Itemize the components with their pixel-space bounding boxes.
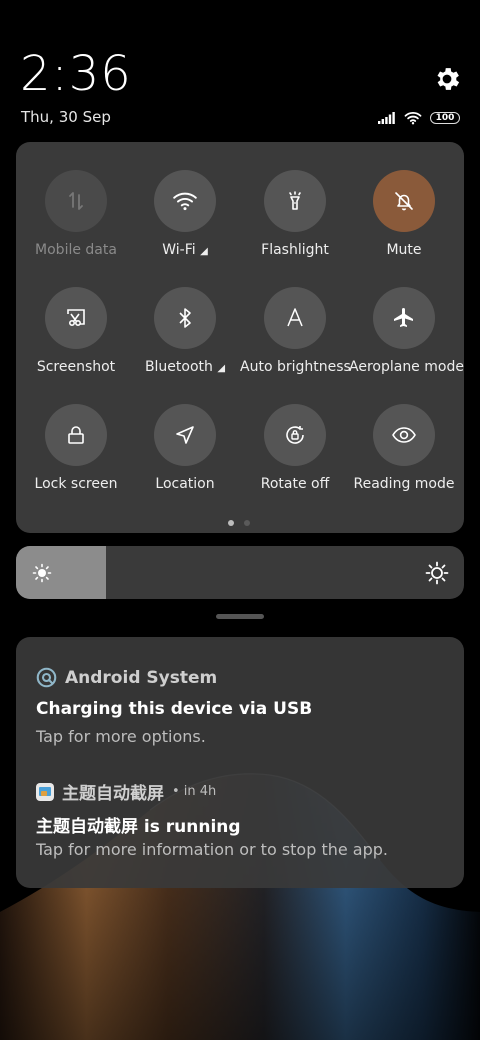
notification-app-header[interactable]: 主题自动截屏 • in 4h [36,779,216,804]
tile-label: Reading mode [353,476,455,492]
tile-label: Flashlight [261,242,329,258]
wifi-icon [404,111,422,125]
tile-label: Aeroplane mode [349,359,464,375]
panel-drag-handle[interactable] [216,614,264,619]
tile-location[interactable]: Location [130,404,240,492]
signal-icon [378,112,395,124]
airplane-icon [373,287,435,349]
lock-icon [45,404,107,466]
brightness-low-icon [32,563,52,583]
tile-mobile-data[interactable]: Mobile data [21,170,131,258]
tile-label: Location [155,476,215,492]
tile-aeroplane-mode[interactable]: Aeroplane mode [349,287,464,375]
notification-app-name: 主题自动截屏 [62,784,164,804]
brightness-slider[interactable] [16,546,464,599]
bell-off-icon [373,170,435,232]
tile-label: Mute [386,242,422,258]
tile-screenshot[interactable]: Screenshot [21,287,131,375]
tile-label: Wi-Fi [162,242,196,258]
rotate-lock-icon [264,404,326,466]
status-bar: 100 [378,108,460,128]
battery-icon: 100 [430,112,460,124]
notification-body[interactable]: Tap for more information or to stop the … [36,840,388,859]
tile-label: Lock screen [34,476,118,492]
notification-app-name: Android System [65,667,218,688]
tile-mute[interactable]: Mute [349,170,459,258]
tile-label: Bluetooth [144,359,213,375]
notification-body[interactable]: Tap for more options. [36,727,206,746]
expand-arrow-icon: ◢ [217,363,226,374]
tile-wifi[interactable]: Wi-Fi ◢ [130,170,240,258]
auto-brightness-icon [264,287,326,349]
brightness-high-icon [425,561,449,585]
tile-label: Auto brightness [240,359,351,375]
bluetooth-icon [154,287,216,349]
date-label: Thu, 30 Sep [21,108,111,126]
wifi-icon [154,170,216,232]
flashlight-icon [264,170,326,232]
android-system-icon [36,667,57,688]
page-dot [244,520,250,526]
tile-lock-screen[interactable]: Lock screen [21,404,131,492]
notification-time: • in 4h [172,784,217,799]
page-indicator [228,520,250,526]
tile-label: Mobile data [35,242,117,258]
tile-label: Rotate off [260,476,330,492]
tile-auto-brightness[interactable]: Auto brightness [240,287,351,375]
tile-reading-mode[interactable]: Reading mode [349,404,459,492]
gear-icon[interactable] [432,64,462,94]
brightness-fill [16,546,106,599]
tile-label: Screenshot [36,359,116,375]
tile-flashlight[interactable]: Flashlight [240,170,350,258]
notification-android-system-header[interactable]: Android System [36,667,217,688]
notification-title[interactable]: 主题自动截屏 is running [36,812,241,837]
tile-rotate-off[interactable]: Rotate off [240,404,350,492]
notification-title[interactable]: Charging this device via USB [36,699,312,719]
eye-icon [373,404,435,466]
page-dot-active [228,520,234,526]
screenshot-icon [45,287,107,349]
mobile-data-icon [45,170,107,232]
expand-arrow-icon: ◢ [200,246,208,257]
app-icon [36,782,54,801]
tile-bluetooth[interactable]: Bluetooth ◢ [130,287,240,375]
clock-time: 2:36 [20,46,132,102]
location-icon [154,404,216,466]
